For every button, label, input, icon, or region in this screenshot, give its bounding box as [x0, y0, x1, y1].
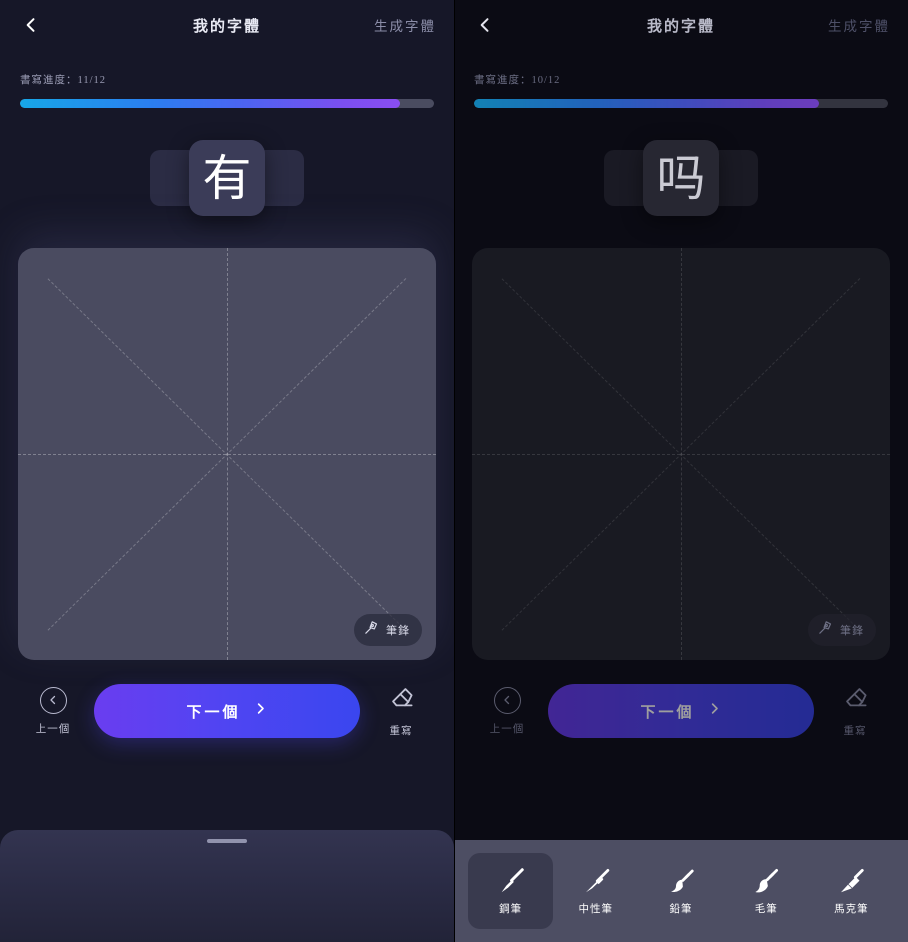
pen-nib-icon [363, 619, 380, 641]
next-character-label: 下一個 [186, 704, 241, 721]
current-character-chip: 有 [189, 140, 265, 216]
action-bar: 上一個 下一個 重寫 [454, 660, 908, 738]
pen-option-label: 中性筆 [578, 904, 614, 915]
generate-font-button[interactable]: 生成字體 [374, 15, 436, 35]
pen-option-鉛筆[interactable]: 鉛筆 [638, 853, 723, 929]
guide-line-horizontal [18, 454, 436, 455]
sheet-drag-handle[interactable] [207, 839, 247, 843]
guide-line-vertical [681, 248, 682, 660]
pen-option-中性筆[interactable]: 中性筆 [553, 853, 638, 929]
previous-character-button[interactable]: 上一個 [476, 686, 538, 736]
screenshot-stage: 我的字體 生成字體 書寫進度：11/12 有 筆鋒 上一個 下一個 重寫 我的字… [0, 0, 908, 942]
clear-canvas-button[interactable]: 重寫 [824, 684, 886, 738]
chevron-left-icon [21, 15, 41, 35]
pen-option-毛筆[interactable]: 毛筆 [724, 853, 809, 929]
next-character-button[interactable]: 下一個 [548, 684, 814, 738]
nib-style-button[interactable]: 筆鋒 [354, 614, 422, 646]
action-bar: 上一個 下一個 重寫 [0, 660, 454, 738]
guide-line-horizontal [472, 454, 890, 455]
generate-font-button[interactable]: 生成字體 [828, 15, 890, 35]
drawing-canvas[interactable]: 筆鋒 [472, 248, 890, 660]
pen-option-鋼筆[interactable]: 鋼筆 [468, 853, 554, 929]
chevron-left-icon [475, 15, 495, 35]
character-carousel: 有 [0, 108, 454, 248]
clear-canvas-label: 重寫 [389, 726, 413, 737]
pen-nib-icon [817, 619, 834, 641]
pen-picker-bar: 鋼筆 中性筆 鉛筆 毛筆 馬克筆 [454, 840, 908, 942]
progress-label: 書寫進度：11/12 [20, 75, 107, 86]
canvas-container: 筆鋒 [454, 248, 908, 660]
handwriting-panel-pen-picker: 我的字體 生成字體 書寫進度：10/12 吗 筆鋒 上一個 下一個 重寫 鋼筆 … [454, 0, 908, 942]
guide-line-vertical [227, 248, 228, 660]
guide-line-diagonal-down [47, 278, 407, 631]
progress-fill [474, 99, 819, 108]
current-character-chip: 吗 [643, 140, 719, 216]
back-button[interactable] [18, 12, 44, 38]
nib-style-label: 筆鋒 [386, 625, 410, 637]
guide-line-diagonal-up [501, 278, 861, 631]
eraser-icon [842, 684, 869, 716]
progress-track [20, 99, 434, 108]
pen-option-label: 毛筆 [754, 904, 778, 915]
progress-track [474, 99, 888, 108]
chevron-right-icon [707, 701, 722, 721]
nib-style-label: 筆鋒 [840, 625, 864, 637]
progress-section: 書寫進度：10/12 [454, 50, 908, 108]
brush-pen-icon [751, 866, 781, 896]
progress-section: 書寫進度：11/12 [0, 50, 454, 108]
previous-character-label: 上一個 [489, 723, 525, 735]
clear-canvas-button[interactable]: 重寫 [370, 684, 432, 738]
guide-line-diagonal-up [47, 278, 407, 631]
guide-line-diagonal-down [501, 278, 861, 631]
pen-option-馬克筆[interactable]: 馬克筆 [809, 853, 894, 929]
handwriting-panel-active: 我的字體 生成字體 書寫進度：11/12 有 筆鋒 上一個 下一個 重寫 [0, 0, 454, 942]
previous-character-button[interactable]: 上一個 [22, 686, 84, 736]
character-carousel: 吗 [454, 108, 908, 248]
progress-fill [20, 99, 400, 108]
previous-character-label: 上一個 [35, 723, 71, 735]
progress-label: 書寫進度：10/12 [474, 75, 561, 86]
drawing-canvas[interactable]: 筆鋒 [18, 248, 436, 660]
canvas-container: 筆鋒 [0, 248, 454, 660]
eraser-icon [388, 684, 415, 716]
nib-style-button[interactable]: 筆鋒 [808, 614, 876, 646]
chevron-left-circle-icon [39, 686, 67, 714]
chevron-right-icon [253, 701, 268, 721]
panel-divider [454, 0, 455, 942]
fountain-pen-icon [496, 866, 526, 896]
bottom-sheet[interactable] [0, 830, 454, 942]
back-button[interactable] [472, 12, 498, 38]
app-header: 我的字體 生成字體 [0, 0, 454, 50]
pencil-icon [666, 866, 696, 896]
marker-pen-icon [836, 866, 866, 896]
chevron-left-circle-icon [493, 686, 521, 714]
next-character-label: 下一個 [640, 704, 695, 721]
next-character-button[interactable]: 下一個 [94, 684, 360, 738]
clear-canvas-label: 重寫 [843, 726, 867, 737]
pen-option-label: 馬克筆 [834, 904, 869, 915]
app-header: 我的字體 生成字體 [454, 0, 908, 50]
pen-option-label: 鉛筆 [669, 904, 693, 915]
pen-option-label: 鋼筆 [499, 904, 523, 915]
gel-pen-icon [581, 866, 611, 896]
